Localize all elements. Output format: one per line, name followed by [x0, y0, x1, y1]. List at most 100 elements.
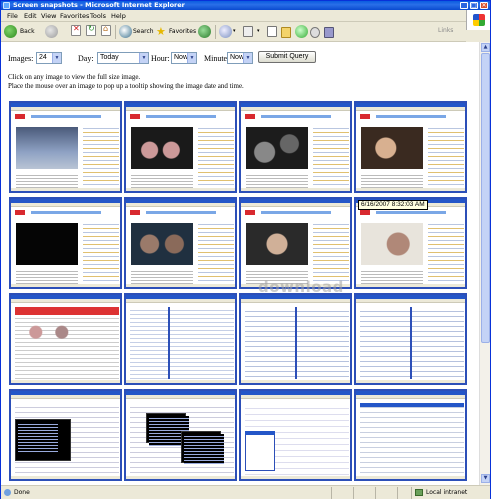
forward-button[interactable] — [45, 24, 59, 40]
status-divider — [375, 487, 376, 499]
screenshot-thumbnail[interactable] — [354, 197, 467, 289]
minute-label: Minute: — [204, 54, 230, 63]
dialog-window — [245, 431, 275, 471]
youtube-logo-icon — [245, 114, 255, 119]
menu-help[interactable]: Help — [111, 12, 126, 20]
folder-button[interactable] — [281, 24, 293, 40]
print-icon — [243, 26, 253, 37]
search-label: Search — [133, 28, 154, 35]
youtube-logo-icon — [15, 210, 25, 215]
discuss-icon — [310, 27, 320, 38]
terminal-window — [146, 413, 189, 446]
screenshot-thumbnail[interactable] — [124, 293, 237, 385]
images-select[interactable]: 24 ▼ — [36, 52, 62, 64]
page-content: Images: 24 ▼ Day: Today ▼ Hour: Now ▼ Mi… — [1, 42, 479, 485]
security-zone-text: Local intranet — [426, 489, 468, 496]
screenshot-thumbnail[interactable] — [239, 389, 352, 481]
youtube-logo-icon — [15, 114, 25, 119]
youtube-logo-icon — [360, 114, 370, 119]
submit-query-button[interactable]: Submit Query — [258, 51, 316, 63]
youtube-logo-icon — [130, 114, 140, 119]
status-divider — [397, 487, 398, 499]
images-value: 24 — [39, 54, 47, 61]
screenshot-thumbnail[interactable] — [124, 101, 237, 193]
terminal-window — [181, 431, 224, 464]
maximize-button[interactable]: □ — [470, 2, 478, 9]
screenshot-thumbnail[interactable] — [239, 197, 352, 289]
history-icon — [198, 25, 211, 38]
dropdown-arrow-icon: ▾ — [233, 28, 236, 34]
back-label: Back — [20, 28, 35, 35]
edit-button[interactable] — [267, 24, 279, 40]
terminal-window — [15, 419, 71, 461]
windows-logo — [466, 10, 490, 30]
refresh-icon[interactable] — [86, 24, 96, 36]
print-button[interactable]: ▾ — [243, 24, 265, 40]
screenshot-thumbnail[interactable] — [354, 389, 467, 481]
home-icon[interactable] — [101, 24, 111, 36]
browser-window: Screen snapshots - Microsoft Internet Ex… — [0, 0, 491, 499]
scroll-down-icon[interactable]: ▼ — [481, 474, 490, 483]
screenshot-thumbnail[interactable] — [354, 293, 467, 385]
page-icon — [4, 489, 11, 496]
title-bar: Screen snapshots - Microsoft Internet Ex… — [1, 1, 490, 10]
discuss-button[interactable] — [310, 24, 322, 40]
menu-tools[interactable]: Tools — [90, 12, 106, 20]
help-line-1: Click on any image to view the full size… — [8, 73, 141, 81]
dropdown-arrow-icon: ▼ — [139, 53, 148, 63]
menu-favorites[interactable]: Favorites — [60, 12, 89, 20]
screenshot-thumbnail[interactable] — [239, 101, 352, 193]
screenshot-thumbnail[interactable] — [9, 293, 122, 385]
toolbar-separator — [115, 25, 116, 39]
back-button[interactable]: Back — [4, 24, 38, 40]
screenshot-thumbnail[interactable] — [354, 101, 467, 193]
screenshot-thumbnail[interactable] — [124, 389, 237, 481]
mail-icon — [219, 25, 232, 38]
dropdown-arrow-icon: ▼ — [52, 53, 61, 63]
help-text: Click on any image to view the full size… — [8, 73, 244, 91]
research-button[interactable] — [324, 24, 336, 40]
images-label: Images: — [8, 54, 34, 63]
links-label[interactable]: Links — [438, 27, 453, 34]
dropdown-arrow-icon: ▾ — [257, 28, 260, 34]
scroll-up-icon[interactable]: ▲ — [481, 43, 490, 52]
menu-edit[interactable]: Edit — [24, 12, 37, 20]
image-date-tooltip: 6/16/2007 8:32:03 AM — [358, 200, 428, 210]
star-icon: ★ — [156, 25, 166, 38]
forward-arrow-icon — [45, 25, 58, 38]
close-button[interactable]: ✕ — [480, 2, 488, 9]
search-button[interactable]: Search — [119, 24, 155, 40]
watermark-text: download — [258, 278, 344, 296]
history-button[interactable] — [198, 24, 212, 40]
hour-select[interactable]: Now ▼ — [171, 52, 197, 64]
ie-icon — [3, 2, 10, 9]
folder-icon — [281, 27, 291, 38]
query-form: Images: 24 ▼ Day: Today ▼ Hour: Now ▼ Mi… — [8, 52, 478, 66]
minute-value: Now — [230, 54, 245, 61]
youtube-logo-icon — [245, 210, 255, 215]
screenshot-thumbnail[interactable] — [9, 101, 122, 193]
edit-page-icon — [267, 26, 277, 37]
screenshot-thumbnail[interactable] — [124, 197, 237, 289]
menu-view[interactable]: View — [41, 12, 56, 20]
minute-select[interactable]: Now ▼ — [227, 52, 253, 64]
menu-file[interactable]: File — [7, 12, 18, 20]
search-icon — [119, 25, 132, 38]
toolbar: Back Search ★ Favorites ▾ ▾ — [1, 22, 466, 42]
help-line-2: Place the mouse over an image to pop up … — [8, 82, 244, 90]
day-select[interactable]: Today ▼ — [97, 52, 149, 64]
minimize-button[interactable]: _ — [460, 2, 468, 9]
messenger-button[interactable] — [295, 24, 308, 40]
vertical-scrollbar[interactable]: ▲ ▼ — [479, 42, 490, 485]
youtube-logo-icon — [360, 210, 370, 215]
favorites-button[interactable]: ★ Favorites — [156, 24, 198, 40]
research-icon — [324, 27, 334, 38]
scroll-thumb[interactable] — [481, 53, 490, 343]
stop-icon[interactable] — [71, 24, 81, 36]
hour-label: Hour: — [151, 54, 170, 63]
toolbar-separator — [215, 25, 216, 39]
screenshot-thumbnail[interactable] — [9, 389, 122, 481]
mail-button[interactable]: ▾ — [219, 24, 241, 40]
screenshot-thumbnail[interactable] — [239, 293, 352, 385]
screenshot-thumbnail[interactable] — [9, 197, 122, 289]
